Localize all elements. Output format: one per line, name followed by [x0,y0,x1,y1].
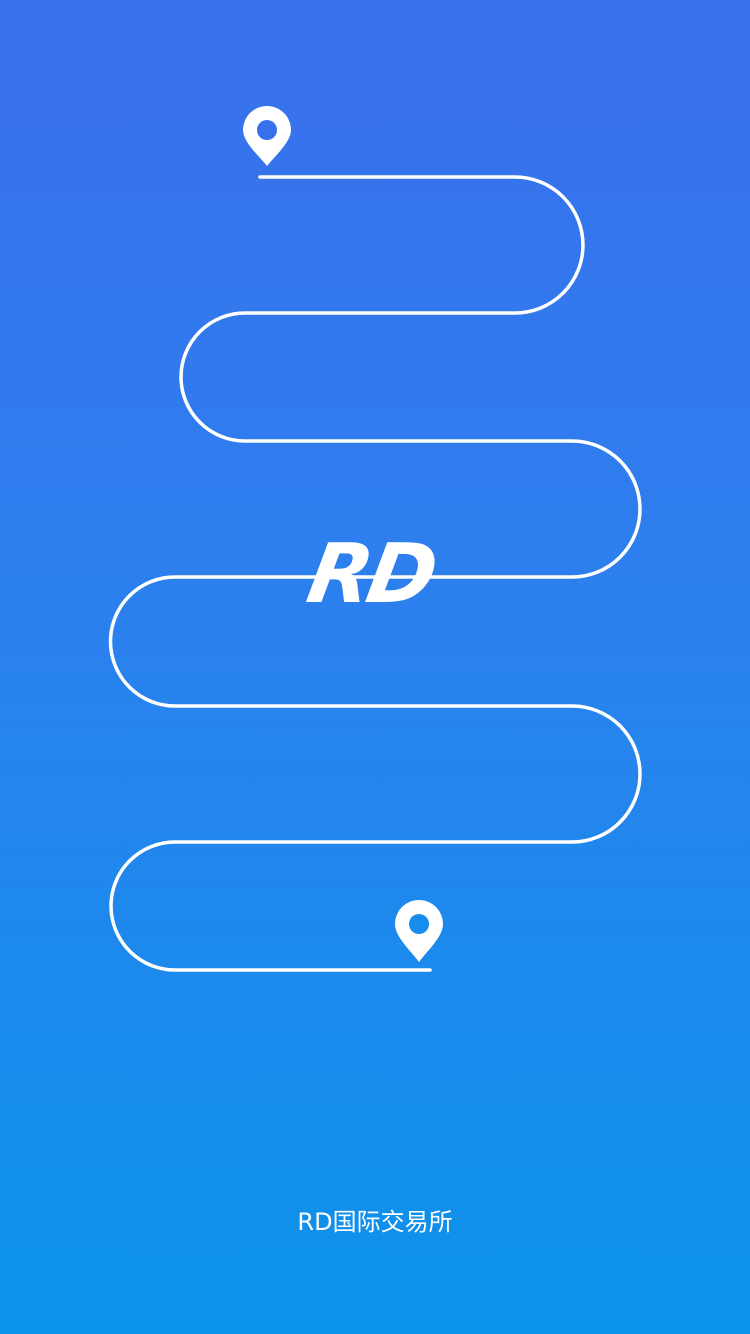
start-map-pin-icon [243,106,291,166]
splash-screen: RD RD国际交易所 [0,0,750,1334]
logo-text: RD [301,527,442,622]
rd-logo: RD [285,527,457,622]
end-map-pin-icon [395,900,443,962]
route-illustration [108,106,642,972]
app-name-label: RD国际交易所 [297,1208,453,1236]
